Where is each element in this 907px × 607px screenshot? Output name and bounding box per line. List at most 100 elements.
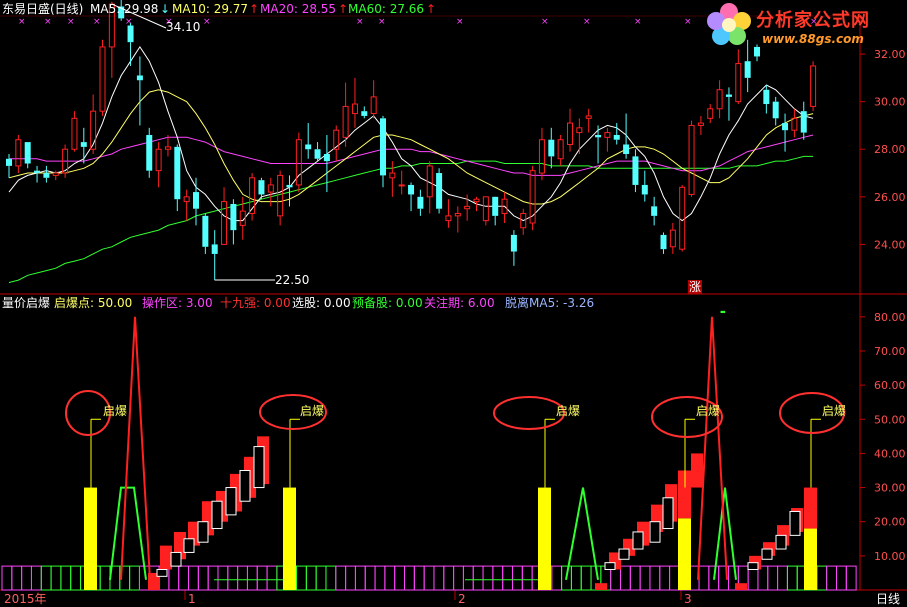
- high-price-label: 34.10: [166, 20, 201, 34]
- zone-box-30: [296, 565, 307, 591]
- candle-body-2: [24, 142, 31, 164]
- signal-marker-4: ×: [125, 17, 133, 27]
- zone-box-71: [698, 565, 710, 591]
- zone-box-53: [521, 565, 533, 591]
- ind-tick-label-0: 10.00: [874, 550, 906, 563]
- zone-box-63: [620, 565, 631, 591]
- zone-box-85: [835, 565, 847, 591]
- zhang-badge: 涨: [688, 280, 703, 294]
- candle-body-32: [305, 144, 312, 150]
- candle-body-54: [510, 234, 517, 252]
- candle-body-75: [707, 108, 714, 119]
- candle-body-20: [193, 192, 199, 209]
- candle-body-16: [155, 148, 162, 172]
- ma5-arrow: ↓: [160, 2, 171, 16]
- candle-body-3: [34, 170, 41, 174]
- ind-tick-label-2: 30.00: [874, 482, 906, 495]
- zone-box-19: [188, 565, 199, 591]
- candle-body-36: [342, 105, 349, 138]
- candle-body-49: [464, 205, 471, 210]
- candle-body-24: [230, 203, 237, 231]
- zone-box-35: [345, 565, 356, 591]
- zone-box-38: [374, 565, 386, 591]
- zone-box-2: [21, 565, 32, 591]
- ma20-readout: MA20: 28.55: [260, 2, 337, 16]
- candle-body-58: [548, 139, 555, 157]
- zone-box-34: [335, 565, 347, 591]
- site-logo: 分析家公式网 www.88gs.com: [704, 2, 904, 52]
- qibao-label-2: 启爆: [300, 404, 325, 418]
- stair-hollow-7: [253, 446, 265, 489]
- signal-marker-11: ×: [583, 17, 591, 27]
- qibao-label-3: 启爆: [556, 404, 581, 418]
- ma20-line: [9, 134, 814, 176]
- candle-body-84: [791, 117, 798, 131]
- zone-box-22: [217, 565, 229, 591]
- candle-body-21: [202, 215, 209, 247]
- candle-body-41: [389, 172, 396, 179]
- zone-box-46: [453, 565, 464, 591]
- candle-body-4: [43, 173, 50, 178]
- stair-hollow-13: [775, 534, 787, 550]
- candle-body-67: [632, 156, 639, 185]
- zone-box-13: [129, 565, 140, 591]
- candle-body-76: [716, 89, 723, 110]
- candle-body-14: [136, 75, 143, 81]
- logo-url[interactable]: www.88gs.com: [762, 32, 864, 46]
- candle-body-43: [408, 184, 415, 195]
- candle-body-44: [417, 196, 424, 209]
- qibao-ring-2: [493, 396, 565, 430]
- ind-tick-label-7: 80.00: [874, 311, 906, 324]
- flower-icon: [707, 3, 751, 45]
- qibao-bar-0: [84, 487, 97, 590]
- period-label[interactable]: 日线: [876, 592, 900, 606]
- signal-marker-13: ×: [684, 17, 692, 27]
- candle-body-70: [660, 234, 667, 250]
- zone-box-31: [305, 565, 317, 591]
- stair-hollow-12: [632, 531, 644, 550]
- x-label-m3: 3: [684, 592, 692, 606]
- zone-box-80: [786, 565, 798, 591]
- ma10-readout: MA10: 29.77: [172, 2, 249, 16]
- stair-red-9: [595, 583, 607, 590]
- candle-body-5: [52, 172, 59, 176]
- zone-box-78: [767, 565, 779, 591]
- candle-body-30: [286, 184, 293, 188]
- candle-body-57: [538, 139, 545, 174]
- zone-box-10: [99, 565, 111, 591]
- zone-box-65: [639, 565, 651, 591]
- candle-body-28: [267, 184, 274, 193]
- ma60-arrow: ↑: [426, 2, 437, 16]
- zone-box-4: [40, 565, 52, 591]
- price-y-axis: 24.0026.0028.0030.0032.00: [860, 48, 906, 251]
- candle-body-64: [604, 132, 611, 138]
- stair-hollow-4: [211, 500, 223, 530]
- stair-red-17: [735, 583, 747, 590]
- zone-box-79: [777, 565, 788, 591]
- signal-marker-10: ×: [541, 17, 549, 27]
- candle-body-13: [127, 25, 134, 43]
- zone-box-23: [227, 565, 239, 591]
- stair-hollow-8: [649, 521, 661, 543]
- candle-body-85: [800, 111, 807, 133]
- candle-body-38: [361, 111, 368, 116]
- qibaodian-readout: 启爆点: 50.00: [54, 296, 133, 310]
- zone-box-24: [237, 565, 248, 591]
- signal-marker-6: ×: [203, 17, 211, 27]
- zone-box-68: [669, 565, 680, 591]
- qibao-red-top-5: [804, 487, 817, 529]
- signal-marker-1: ×: [44, 17, 52, 27]
- zone-box-48: [472, 565, 484, 591]
- price-tick-label-1: 26.00: [874, 191, 906, 204]
- zone-box-83: [816, 565, 828, 591]
- candle-body-81: [763, 89, 770, 105]
- zone-box-37: [364, 565, 376, 591]
- candle-body-29: [277, 174, 284, 217]
- qibao-bar-2: [538, 487, 551, 590]
- qibao-label-1: 启爆: [103, 404, 128, 418]
- candle-body-63: [595, 134, 602, 138]
- signal-marker-3: ×: [93, 17, 101, 27]
- zone-box-5: [50, 565, 62, 591]
- candle-body-8: [80, 142, 87, 147]
- candle-body-1: [15, 139, 22, 167]
